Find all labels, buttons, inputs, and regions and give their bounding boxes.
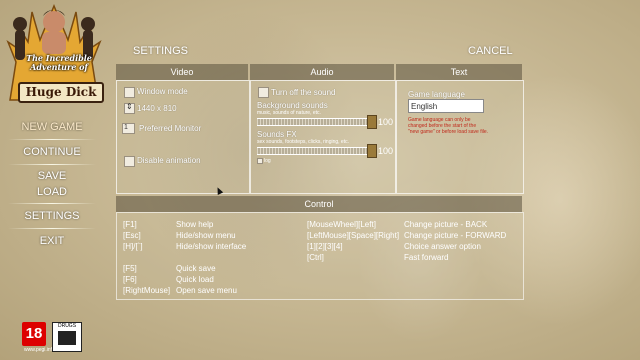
menu-save[interactable]: SAVE xyxy=(0,168,104,184)
control-key: [Ctrl] xyxy=(307,253,324,262)
turn-off-sound-checkbox[interactable] xyxy=(258,87,269,98)
log-checkbox[interactable] xyxy=(257,158,263,164)
control-key: [MouseWheel][Left] xyxy=(307,220,376,229)
text-heading: Text xyxy=(396,64,522,80)
monitor-value: 1 xyxy=(124,124,128,131)
game-language-select[interactable]: English xyxy=(408,99,484,113)
monitor-field[interactable]: 1 xyxy=(122,123,135,134)
control-key: [F1] xyxy=(123,220,137,229)
control-key: [RightMouse] xyxy=(123,286,171,295)
menu-settings[interactable]: SETTINGS xyxy=(0,205,104,227)
chevron-down-icon: ⇕ xyxy=(126,102,133,111)
age-rating-badge: 18 xyxy=(22,322,46,346)
bg-sounds-label: Background sounds xyxy=(257,101,328,110)
menu-divider xyxy=(8,139,96,140)
video-panel xyxy=(116,80,250,194)
control-action: Choice answer option xyxy=(404,242,481,251)
menu-divider xyxy=(8,228,96,229)
game-logo: The Incredible Adventure of Huge Dick xyxy=(6,2,104,103)
menu-exit[interactable]: EXIT xyxy=(0,230,104,252)
drugs-descriptor-badge: DRUGS xyxy=(52,322,82,352)
audio-heading: Audio xyxy=(250,64,394,80)
resolution-value: 1440 x 810 xyxy=(137,104,177,113)
cancel-button[interactable]: CANCEL xyxy=(468,45,513,57)
main-menu: NEW GAME CONTINUE SAVE LOAD SETTINGS EXI… xyxy=(0,116,104,252)
fx-sounds-label: Sounds FX xyxy=(257,130,297,139)
bg-sounds-knob[interactable] xyxy=(367,115,377,129)
menu-load[interactable]: LOAD xyxy=(0,184,104,200)
log-label: log xyxy=(264,158,271,164)
menu-save-load: SAVE LOAD xyxy=(0,166,104,202)
control-key: [F5] xyxy=(123,264,137,273)
menu-new-game[interactable]: NEW GAME xyxy=(0,116,104,138)
control-action: Hide/show interface xyxy=(176,242,247,251)
control-key: [Esc] xyxy=(123,231,141,240)
fx-sounds-value: 100 xyxy=(378,146,394,156)
control-action: Change picture - BACK xyxy=(404,220,488,229)
disable-animation-checkbox[interactable] xyxy=(124,156,135,167)
window-mode-checkbox[interactable] xyxy=(124,87,135,98)
video-heading: Video xyxy=(116,64,248,80)
resolution-selector[interactable]: ⇕ xyxy=(124,102,135,114)
control-key: [F6] xyxy=(123,275,137,284)
fx-sounds-sublabel: sex sounds, footsteps, clicks, ringing, … xyxy=(257,139,349,145)
control-action: Fast forward xyxy=(404,253,449,262)
menu-divider xyxy=(8,203,96,204)
drugs-label: DRUGS xyxy=(57,323,77,329)
monitor-label: Preferred Monitor xyxy=(139,124,202,133)
game-language-label: Game language xyxy=(408,90,465,99)
control-action: Quick save xyxy=(176,264,216,273)
control-key: [1][2][3][4] xyxy=(307,242,343,251)
control-heading: Control xyxy=(116,196,522,212)
bg-sounds-value: 100 xyxy=(378,117,394,127)
control-key: [LeftMouse][Space][Right] xyxy=(307,231,400,240)
control-action: Open save menu xyxy=(176,286,237,295)
bg-sounds-slider[interactable] xyxy=(257,118,370,126)
language-note: Game language can only be changed before… xyxy=(408,117,488,135)
fx-sounds-knob[interactable] xyxy=(367,144,377,158)
window-mode-label: Window mode xyxy=(137,87,188,96)
fx-sounds-slider[interactable] xyxy=(257,147,370,155)
control-action: Show help xyxy=(176,220,214,229)
disable-animation-label: Disable animation xyxy=(137,156,201,165)
bg-sounds-sublabel: music, sounds of nature, etc. xyxy=(257,110,321,116)
menu-continue[interactable]: CONTINUE xyxy=(0,141,104,163)
logo-subtitle: The Incredible Adventure of xyxy=(26,53,92,72)
rating-site: www.pegi.info xyxy=(24,347,55,353)
drugs-pictogram-icon xyxy=(58,331,76,345)
control-action: Change picture - FORWARD xyxy=(404,231,507,240)
logo-title: Huge Dick xyxy=(18,82,104,103)
control-action: Quick load xyxy=(176,275,214,284)
settings-title: SETTINGS xyxy=(133,45,189,57)
control-action: Hide/show menu xyxy=(176,231,236,240)
menu-divider xyxy=(8,164,96,165)
control-key: [H]/[`] xyxy=(123,242,143,251)
turn-off-sound-label: Turn off the sound xyxy=(271,88,336,97)
